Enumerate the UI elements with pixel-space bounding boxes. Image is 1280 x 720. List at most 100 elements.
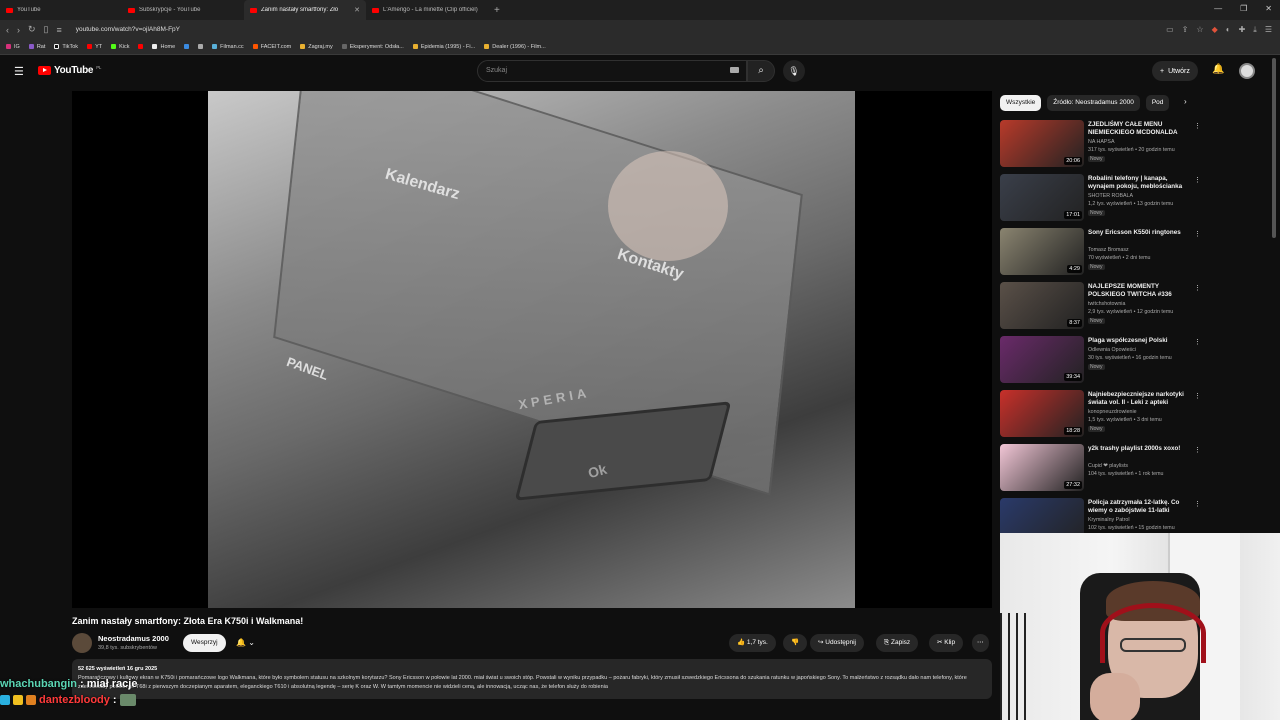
close-window-icon[interactable]: ✕ — [1265, 4, 1272, 13]
recommendation-title[interactable]: Sony Ericsson K550i ringtones — [1088, 229, 1192, 237]
recommendation-thumbnail[interactable]: 8:37 — [1000, 282, 1084, 329]
close-tab-icon[interactable]: ✕ — [354, 6, 360, 14]
bookmark-item[interactable]: Zagraj.my — [300, 44, 333, 50]
like-button[interactable]: 👍 1,7 tys. — [729, 634, 776, 652]
more-vertical-icon[interactable]: ⋮ — [1194, 284, 1201, 292]
recommendation-channel[interactable]: konopneuzdrowienie — [1088, 409, 1137, 415]
recommendation-thumbnail[interactable]: 17:01 — [1000, 174, 1084, 221]
recommendation-channel[interactable]: Kryminalny Patrol — [1088, 517, 1130, 523]
brave-shield-icon[interactable]: ◆ — [1212, 25, 1218, 35]
bookmark-item[interactable]: Eksperyment: Odsła... — [341, 44, 404, 50]
bookmark-item[interactable] — [138, 44, 144, 49]
bookmark-item[interactable]: Home — [152, 44, 175, 50]
more-vertical-icon[interactable]: ⋮ — [1194, 338, 1201, 346]
recommendation-thumbnail[interactable]: 27:32 — [1000, 444, 1084, 491]
more-vertical-icon[interactable]: ⋮ — [1194, 230, 1201, 238]
menu-icon[interactable]: ☰ — [1265, 25, 1272, 35]
share-icon[interactable]: ⇪ — [1182, 25, 1189, 35]
browser-tab-music-video[interactable]: L'Amerigo - La minette (Clip officiel) — [366, 0, 488, 20]
page-scrollbar[interactable] — [1272, 58, 1276, 238]
more-actions-button[interactable]: ⋯ — [972, 634, 989, 652]
bookmark-item[interactable]: FACEIT.com — [252, 44, 291, 50]
notifications-bell-icon[interactable]: 🔔 — [1212, 64, 1224, 75]
more-vertical-icon[interactable]: ⋮ — [1194, 500, 1201, 508]
share-button[interactable]: ↪ Udostępnij — [810, 634, 864, 652]
account-avatar[interactable] — [1239, 63, 1255, 79]
recommendation-channel[interactable]: Odlewnia Opowieści — [1088, 347, 1136, 353]
new-tab-icon[interactable]: + — [488, 5, 506, 16]
video-player[interactable]: Kalendarz Kontakty PANEL XPERIA Ok — [72, 91, 992, 608]
bookmark-item[interactable]: Dealer (1996) - Film... — [484, 44, 546, 50]
recommendation-item[interactable]: 39:34 Plaga współczesnej Polski Odlewnia O… — [1000, 336, 1201, 390]
recommendation-channel[interactable]: SHOTER ROBALA — [1088, 193, 1133, 199]
url-field[interactable]: youtube.com/watch?v=ojlAh8M-FpY — [76, 26, 180, 33]
recommendation-item[interactable]: 20:06 ZJEDLIŚMY CAŁE MENU NIEMIECKIEGO MC… — [1000, 120, 1201, 174]
recommendation-channel[interactable]: Cupid ❤ playlists — [1088, 463, 1128, 469]
more-vertical-icon[interactable]: ⋮ — [1194, 122, 1201, 130]
channel-avatar[interactable] — [72, 633, 92, 653]
bookmark-item[interactable] — [184, 44, 190, 49]
forward-icon[interactable]: › — [17, 25, 20, 35]
recommendation-thumbnail[interactable]: 20:06 — [1000, 120, 1084, 167]
youtube-logo[interactable]: YouTube PL — [38, 65, 101, 76]
puzzle-icon[interactable]: ✚ — [1239, 25, 1246, 35]
recommendation-title[interactable]: Najniebezpieczniejsze narkotyki świata v… — [1088, 391, 1192, 407]
chip-all[interactable]: Wszystkie — [1000, 95, 1042, 111]
bookmark-item[interactable] — [198, 44, 204, 49]
recommendation-channel[interactable]: twitchshotownia — [1088, 301, 1125, 307]
browser-tab-subscriptions[interactable]: Subskrypcje - YouTube — [122, 0, 244, 20]
recommendation-item[interactable]: 8:37 NAJLEPSZE MOMENTY POLSKIEGO TWITCHA … — [1000, 282, 1201, 336]
bookmark-item[interactable]: Rat — [28, 44, 45, 50]
more-vertical-icon[interactable]: ⋮ — [1194, 176, 1201, 184]
channel-name[interactable]: Neostradamus 2000 — [98, 634, 169, 643]
recommendation-channel[interactable]: NA HAPSA — [1088, 139, 1115, 145]
browser-tab-current-video[interactable]: Zanim nastały smartfony: Zło ✕ — [244, 0, 366, 20]
chevron-right-icon[interactable]: › — [1184, 97, 1187, 106]
recommendation-item[interactable]: 17:01 Robalini telefony | kanapa, wynajem… — [1000, 174, 1201, 228]
reload-icon[interactable]: ↻ — [28, 24, 36, 35]
video-frame[interactable]: Kalendarz Kontakty PANEL XPERIA Ok — [208, 91, 855, 608]
recommendation-channel[interactable]: Tomasz Bromasz — [1088, 247, 1129, 253]
download-icon[interactable]: ⤓ — [1253, 25, 1257, 35]
chip-from-channel[interactable]: Źródło: Neostradamus 2000 — [1047, 95, 1140, 111]
voice-search-button[interactable]: 🎙 — [783, 60, 805, 82]
save-button[interactable]: ⎘ Zapisz — [876, 634, 919, 652]
recommendation-title[interactable]: Plaga współczesnej Polski — [1088, 337, 1192, 345]
more-vertical-icon[interactable]: ⋮ — [1194, 446, 1201, 454]
bookmark-item[interactable]: Kick — [111, 44, 129, 50]
hamburger-menu-icon[interactable]: ☰ — [14, 65, 24, 78]
back-icon[interactable]: ‹ — [6, 25, 9, 35]
browser-tab-youtube[interactable]: YouTube — [0, 0, 122, 20]
bookmark-item[interactable]: Filman.cc — [212, 44, 244, 50]
recommendation-title[interactable]: NAJLEPSZE MOMENTY POLSKIEGO TWITCHA #336 — [1088, 283, 1192, 299]
create-button[interactable]: + Utwórz — [1152, 61, 1198, 81]
recommendation-item[interactable]: 18:28 Najniebezpieczniejsze narkotyki świ… — [1000, 390, 1201, 444]
recommendation-title[interactable]: Policja zatrzymała 12-latkę. Co wiemy o … — [1088, 499, 1192, 515]
recommendation-title[interactable]: ZJEDLIŚMY CAŁE MENU NIEMIECKIEGO MCDONAL… — [1088, 121, 1192, 137]
cast-icon[interactable]: ▭ — [1166, 25, 1174, 35]
bookmark-item[interactable]: IG — [6, 44, 20, 50]
star-icon[interactable]: ☆ — [1196, 25, 1203, 35]
search-button[interactable]: ⌕ — [747, 60, 775, 82]
dislike-button[interactable]: 👎 — [783, 634, 808, 652]
minimize-icon[interactable]: — — [1214, 4, 1222, 13]
recommendation-title[interactable]: Robalini telefony | kanapa, wynajem poko… — [1088, 175, 1192, 191]
subscription-bell-button[interactable]: 🔔 ⌄ — [230, 634, 261, 652]
maximize-icon[interactable]: ❐ — [1240, 4, 1247, 13]
support-button[interactable]: Wesprzyj — [183, 634, 226, 652]
extension-icon[interactable]: ◐ — [1226, 25, 1231, 35]
search-input[interactable]: Szukaj — [477, 60, 747, 82]
bookmark-page-icon[interactable]: ▯ — [44, 24, 49, 35]
recommendation-thumbnail[interactable]: 18:28 — [1000, 390, 1084, 437]
bookmark-item[interactable]: Epidemia (1995) - Fi... — [412, 44, 475, 50]
keyboard-icon[interactable] — [730, 67, 739, 73]
recommendation-item[interactable]: 27:32 y2k trashy playlist 2000s xoxo! Cupi… — [1000, 444, 1201, 498]
clip-button[interactable]: ✂ Klip — [929, 634, 964, 652]
recommendation-title[interactable]: y2k trashy playlist 2000s xoxo! — [1088, 445, 1192, 453]
recommendation-thumbnail[interactable]: 4:29 — [1000, 228, 1084, 275]
bookmark-item[interactable]: TikTok — [54, 44, 78, 50]
recommendation-thumbnail[interactable]: 39:34 — [1000, 336, 1084, 383]
more-vertical-icon[interactable]: ⋮ — [1194, 392, 1201, 400]
site-info-icon[interactable]: ≡ — [57, 25, 62, 35]
bookmark-item[interactable]: YT — [87, 44, 102, 50]
